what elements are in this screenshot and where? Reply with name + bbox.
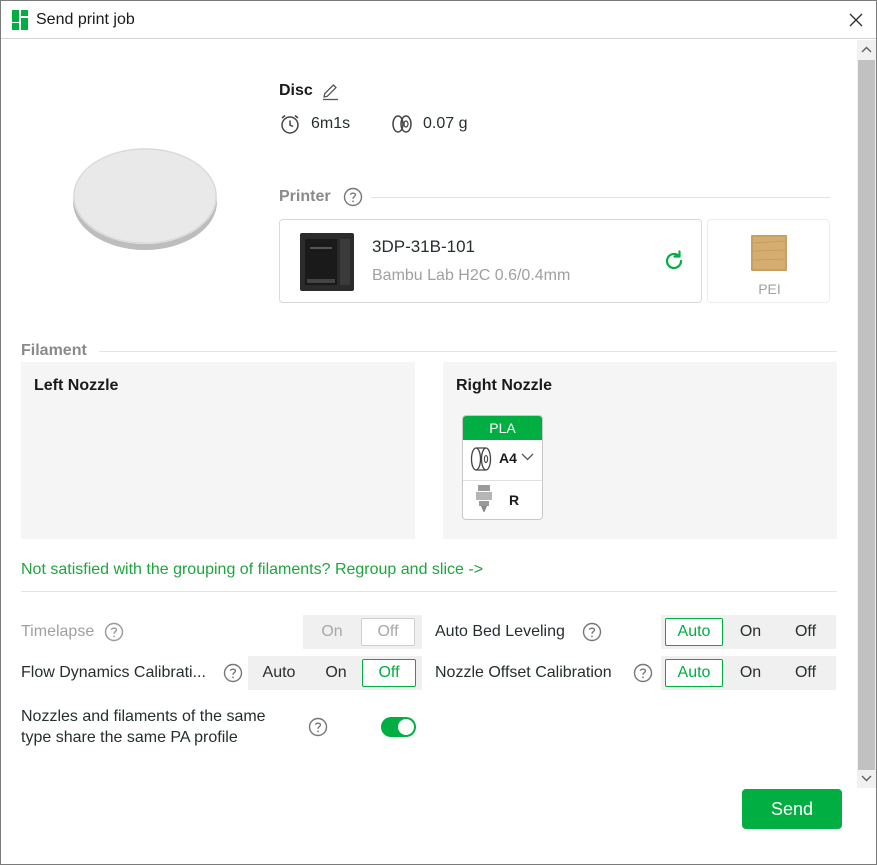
refresh-icon[interactable] <box>661 248 687 274</box>
chevron-down-icon[interactable] <box>521 452 534 462</box>
flow-dynamics-calibration-label: Flow Dynamics Calibrati... <box>21 664 206 681</box>
nozzle-offset-off-option[interactable]: Off <box>778 659 833 687</box>
print-time-value: 6m1s <box>311 115 351 132</box>
toggle-knob <box>398 719 414 735</box>
build-plate-selector[interactable]: PEI <box>707 219 830 303</box>
options-divider <box>21 591 837 592</box>
nozzle-offset-auto-option[interactable]: Auto <box>665 659 723 687</box>
vertical-scrollbar[interactable] <box>857 40 876 788</box>
printer-section-divider <box>371 197 830 198</box>
scroll-down-arrow-icon[interactable] <box>857 768 876 788</box>
left-nozzle-panel: Left Nozzle <box>21 362 415 539</box>
bambu-studio-logo-icon <box>12 10 28 30</box>
send-button[interactable]: Send <box>742 789 842 829</box>
printer-selector[interactable]: 3DP-31B-101 Bambu Lab H2C 0.6/0.4mm <box>279 219 702 303</box>
filament-section-label: Filament <box>21 342 87 359</box>
timelapse-off-option: Off <box>361 618 415 646</box>
flow-dynamics-auto-option[interactable]: Auto <box>248 659 310 687</box>
close-icon[interactable] <box>844 8 868 32</box>
left-nozzle-title: Left Nozzle <box>34 377 119 394</box>
model-name: Disc <box>279 82 313 99</box>
share-pa-label-line2: type share the same PA profile <box>21 729 238 746</box>
share-pa-toggle[interactable] <box>381 717 416 737</box>
right-nozzle-panel: Right Nozzle PLA A4 R <box>443 362 837 539</box>
filament-section-divider <box>99 351 837 352</box>
alarm-clock-icon <box>281 114 299 134</box>
flow-dynamics-segmented-control[interactable]: Auto On Off <box>248 656 422 690</box>
printer-section-label: Printer <box>279 188 331 205</box>
regroup-and-slice-link[interactable]: Not satisfied with the grouping of filam… <box>21 561 483 579</box>
timelapse-on-option: On <box>321 623 343 640</box>
pei-plate-icon <box>751 235 787 271</box>
model-thumbnail <box>73 148 217 250</box>
printer-name: 3DP-31B-101 <box>372 237 476 256</box>
help-icon[interactable] <box>343 187 363 207</box>
window-title: Send print job <box>36 11 135 28</box>
auto-bed-leveling-segmented-control[interactable]: Auto On Off <box>661 615 836 649</box>
help-icon[interactable] <box>633 663 653 683</box>
share-pa-label-line1: Nozzles and filaments of the same <box>21 708 266 725</box>
nozzle-icon <box>476 485 492 512</box>
nozzle-offset-segmented-control[interactable]: Auto On Off <box>661 656 836 690</box>
auto-bed-leveling-off-option[interactable]: Off <box>778 618 833 646</box>
printer-image <box>300 233 354 291</box>
flow-dynamics-on-option[interactable]: On <box>310 659 362 687</box>
filament-spool-icon <box>392 115 412 133</box>
help-icon[interactable] <box>223 663 243 683</box>
filament-card[interactable]: PLA A4 R <box>462 415 543 520</box>
send-print-job-dialog: Send print job Disc 6m1s 0.07 g Printer … <box>0 0 877 865</box>
help-icon[interactable] <box>104 622 124 642</box>
nozzle-offset-on-option[interactable]: On <box>723 659 778 687</box>
auto-bed-leveling-on-option[interactable]: On <box>723 618 778 646</box>
timelapse-label: Timelapse <box>21 623 95 640</box>
timelapse-segmented-control: On Off <box>303 615 422 649</box>
filament-weight: 0.07 g <box>391 113 467 135</box>
title-bar: Send print job <box>1 1 876 39</box>
filament-weight-value: 0.07 g <box>423 115 468 132</box>
nozzle-label: R <box>509 492 520 508</box>
plate-label: PEI <box>758 281 781 297</box>
right-nozzle-title: Right Nozzle <box>456 377 552 394</box>
auto-bed-leveling-label: Auto Bed Leveling <box>435 623 565 640</box>
nozzle-offset-calibration-label: Nozzle Offset Calibration <box>435 664 612 681</box>
help-icon[interactable] <box>308 717 328 737</box>
filament-slot: A4 <box>499 450 517 466</box>
auto-bed-leveling-auto-option[interactable]: Auto <box>665 618 723 646</box>
scrollbar-thumb[interactable] <box>858 60 875 770</box>
filament-card-divider <box>463 480 542 481</box>
edit-pencil-icon[interactable] <box>320 81 340 101</box>
print-time: 6m1s <box>279 113 350 135</box>
scroll-up-arrow-icon[interactable] <box>857 40 876 60</box>
filament-type: PLA <box>463 416 542 440</box>
help-icon[interactable] <box>582 622 602 642</box>
flow-dynamics-off-option[interactable]: Off <box>362 659 416 687</box>
spool-icon <box>470 447 492 471</box>
printer-model: Bambu Lab H2C 0.6/0.4mm <box>372 267 571 284</box>
